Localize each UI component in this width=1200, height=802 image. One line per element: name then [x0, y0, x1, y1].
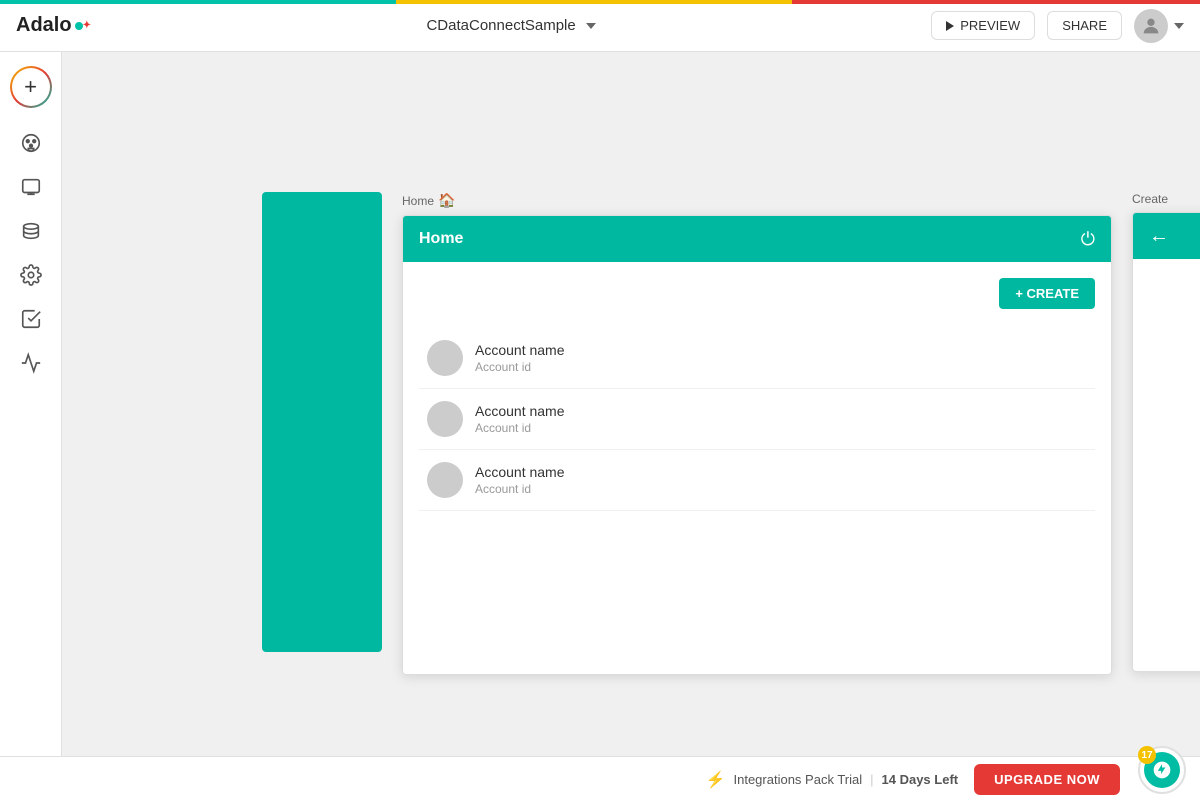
home-screen-body: + CREATE Account name Account id [403, 262, 1111, 527]
account-avatar-3 [427, 462, 463, 498]
share-button[interactable]: SHARE [1047, 11, 1122, 40]
home-label-text: Home [402, 194, 434, 208]
preview-button[interactable]: PREVIEW [931, 11, 1035, 40]
account-text-3: Account name Account id [475, 464, 565, 496]
trial-text: Integrations Pack Trial [734, 772, 863, 787]
add-icon: + [24, 76, 37, 98]
progress-red [792, 0, 1200, 4]
trial-info: ⚡ Integrations Pack Trial | 14 Days Left [706, 770, 959, 790]
topbar-center: CDataConnectSample [426, 17, 595, 34]
canvas-inner: Home 🏠 Home ⏻ + CREATE Acc [62, 52, 1200, 802]
sidebar-item-settings[interactable] [12, 256, 50, 294]
sidebar-item-palette[interactable] [12, 124, 50, 162]
account-name-3: Account name [475, 464, 565, 480]
progress-yellow [396, 0, 792, 4]
project-name: CDataConnectSample [426, 17, 575, 34]
account-name-1: Account name [475, 342, 565, 358]
create-screen-wrapper: Create ← [1132, 192, 1200, 672]
create-label-text: Create [1132, 192, 1168, 206]
account-sub-1: Account id [475, 360, 565, 374]
list-item[interactable]: Account name Account id [419, 328, 1095, 389]
sidebar-item-screens[interactable] [12, 168, 50, 206]
home-screen-label: Home 🏠 [402, 192, 455, 209]
trial-icon: ⚡ [706, 770, 726, 790]
sidebar-item-checklist[interactable] [12, 300, 50, 338]
create-screen-label: Create [1132, 192, 1168, 206]
account-name-2: Account name [475, 403, 565, 419]
progress-bar [0, 0, 1200, 4]
logo-dot-decoration [75, 22, 83, 30]
upgrade-bar: ⚡ Integrations Pack Trial | 14 Days Left… [0, 756, 1200, 802]
upgrade-now-button[interactable]: UPGRADE NOW [974, 764, 1120, 795]
home-icon: 🏠 [438, 192, 455, 209]
days-left-text: 14 Days Left [882, 772, 959, 787]
create-screen-frame[interactable]: ← [1132, 212, 1200, 672]
notification-circle[interactable]: 17 [1138, 746, 1186, 794]
back-arrow-icon[interactable]: ← [1149, 225, 1169, 248]
upgrade-label: UPGRADE NOW [994, 772, 1100, 787]
topbar-right: PREVIEW SHARE [931, 9, 1184, 43]
adalo-logo[interactable]: Adalo ✦ [16, 14, 91, 37]
preview-label: PREVIEW [960, 18, 1020, 33]
left-panel [262, 192, 382, 652]
sidebar-item-database[interactable] [12, 212, 50, 250]
create-label: + CREATE [1015, 286, 1079, 301]
add-component-button[interactable]: + [10, 66, 52, 108]
account-text-2: Account name Account id [475, 403, 565, 435]
account-list: Account name Account id Account name Acc… [419, 328, 1095, 511]
logo-star: ✦ [83, 20, 91, 31]
account-text-1: Account name Account id [475, 342, 565, 374]
power-icon[interactable]: ⏻ [1081, 229, 1095, 250]
play-icon [946, 21, 954, 31]
trial-separator: | [870, 772, 873, 787]
project-dropdown-chevron[interactable] [586, 23, 596, 29]
logo-text: Adalo [16, 14, 72, 37]
user-avatar[interactable] [1134, 9, 1168, 43]
create-screen-header: ← [1133, 213, 1200, 259]
topbar-left: Adalo ✦ [16, 14, 91, 37]
canvas: Home 🏠 Home ⏻ + CREATE Acc [62, 52, 1200, 802]
topbar: Adalo ✦ CDataConnectSample PREVIEW SHARE [0, 0, 1200, 52]
user-avatar-area[interactable] [1134, 9, 1184, 43]
home-screen-wrapper: Home 🏠 Home ⏻ + CREATE Acc [402, 192, 1112, 675]
home-screen-header: Home ⏻ [403, 216, 1111, 262]
account-sub-3: Account id [475, 482, 565, 496]
sidebar: + [0, 52, 62, 802]
account-avatar-1 [427, 340, 463, 376]
notification-badge-wrapper: 17 [1138, 746, 1186, 794]
user-dropdown-chevron[interactable] [1174, 23, 1184, 29]
notification-count: 17 [1138, 746, 1156, 764]
list-item[interactable]: Account name Account id [419, 450, 1095, 511]
home-screen-title: Home [419, 230, 463, 248]
progress-green [0, 0, 396, 4]
create-button[interactable]: + CREATE [999, 278, 1095, 309]
list-item[interactable]: Account name Account id [419, 389, 1095, 450]
share-label: SHARE [1062, 18, 1107, 33]
account-sub-2: Account id [475, 421, 565, 435]
sidebar-item-analytics[interactable] [12, 344, 50, 382]
home-screen-frame[interactable]: Home ⏻ + CREATE Account name Account id [402, 215, 1112, 675]
account-avatar-2 [427, 401, 463, 437]
